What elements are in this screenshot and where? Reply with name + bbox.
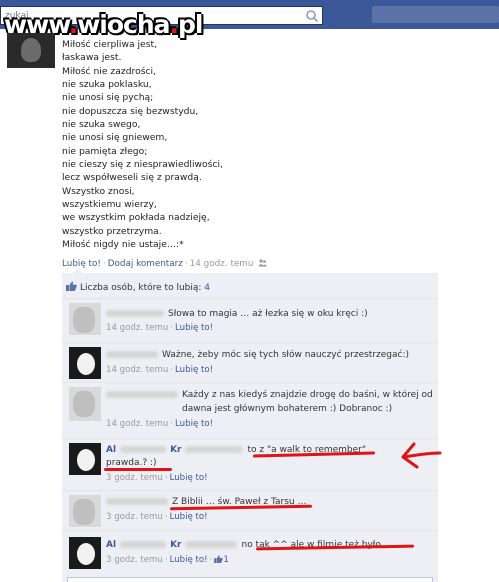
post-line: nie szuka swego, bbox=[62, 119, 141, 131]
red-arrow-icon bbox=[401, 442, 442, 469]
comment-time[interactable]: 14 godz. temu bbox=[106, 365, 168, 375]
redacted-author bbox=[120, 541, 167, 548]
likes-row: Liczba osób, które to lubią: 4 bbox=[66, 281, 210, 293]
comment-avatar[interactable] bbox=[69, 347, 101, 379]
post-line: Miłość cierpliwa jest, bbox=[62, 39, 158, 50]
post-timestamp[interactable]: 14 godz. temu bbox=[190, 259, 254, 269]
comment-text-cont: dawna jest głównym bohaterem :) Dobranoc… bbox=[182, 404, 393, 414]
comment-like-link[interactable]: Lubię to! bbox=[175, 365, 213, 375]
write-comment-box[interactable] bbox=[67, 577, 433, 582]
comment-item: Słowa to magia … aż łezka się w oku kręc… bbox=[62, 298, 438, 343]
comment-avatar[interactable] bbox=[69, 303, 101, 335]
post-line: nie dopuszcza się bezwstydu, bbox=[62, 105, 199, 117]
comment-avatar[interactable] bbox=[69, 387, 101, 421]
redacted-author[interactable] bbox=[106, 391, 178, 398]
post-author-avatar[interactable] bbox=[7, 33, 55, 68]
post-line: nie szuka poklasku, bbox=[62, 79, 152, 91]
comment-text: Ważne, żeby móc się tych słów nauczyć pr… bbox=[162, 350, 410, 360]
comment-item: Z Biblii … św. Paweł z Tarsu … 3 godz. t… bbox=[62, 490, 438, 531]
post-line: nie unosi się pychą; bbox=[62, 92, 154, 104]
post-line: nie cieszy się z niesprawiedliwości, bbox=[62, 159, 223, 171]
add-comment-link[interactable]: Dodaj komentarz bbox=[108, 259, 183, 269]
comment-avatar[interactable] bbox=[69, 495, 101, 527]
redacted-author bbox=[185, 541, 238, 548]
comment-like-link[interactable]: Lubię to! bbox=[175, 323, 213, 333]
comment-like-link[interactable]: Lubię to! bbox=[170, 555, 208, 565]
post-line: Miłość nigdy nie ustaje…:* bbox=[62, 239, 184, 251]
comment-item: Każdy z nas kiedyś znajdzie drogę do baś… bbox=[62, 382, 438, 439]
redacted-author bbox=[185, 446, 244, 453]
post-line: Miłość nie zazdrości, bbox=[62, 65, 157, 77]
comment-author-2[interactable]: Kr bbox=[170, 445, 181, 455]
comment-author[interactable]: Al bbox=[106, 540, 116, 550]
privacy-icon bbox=[258, 259, 268, 267]
comment-author[interactable]: Al bbox=[106, 445, 116, 455]
redacted-author[interactable] bbox=[106, 351, 158, 358]
post-actions: Lubię to! · Dodaj komentarz · 14 godz. temu bbox=[62, 258, 268, 269]
comment-like-link[interactable]: Lubię to! bbox=[170, 512, 208, 522]
post-line: wszystko przetrzyma. bbox=[62, 225, 162, 237]
comment-text: Słowa to magia … aż łezka się w oku kręc… bbox=[168, 309, 368, 319]
top-nav-right[interactable] bbox=[372, 6, 499, 23]
post-line: nie unosi się gniewem, bbox=[62, 132, 168, 144]
comment-time[interactable]: 14 godz. temu bbox=[106, 419, 168, 429]
comment-avatar[interactable] bbox=[69, 537, 101, 569]
likes-label: Liczba osób, które to lubią: bbox=[80, 283, 202, 293]
redacted-author[interactable] bbox=[106, 310, 164, 317]
comment-item: Al Kr to z "a walk to remember" prawda.? :… bbox=[62, 438, 438, 491]
comment-like-count[interactable]: 1 bbox=[223, 555, 228, 565]
comment-like-link[interactable]: Lubię to! bbox=[170, 473, 208, 483]
post-line: łaskawa jest. bbox=[62, 52, 122, 64]
redacted-author bbox=[120, 446, 167, 453]
thumbs-up-icon bbox=[214, 555, 224, 563]
comment-item: Ważne, żeby móc się tych słów nauczyć pr… bbox=[62, 342, 438, 383]
comment-time[interactable]: 3 godz. temu bbox=[106, 473, 163, 483]
search-icon[interactable] bbox=[305, 9, 319, 23]
thumbs-up-icon bbox=[66, 281, 77, 291]
likes-count[interactable]: 4 bbox=[204, 283, 210, 293]
comment-like-link[interactable]: Lubię to! bbox=[175, 419, 213, 429]
post-text: Miłość cierpliwa jest, łaskawa jest. Mił… bbox=[62, 38, 223, 252]
post-line: Wszystko znosi, bbox=[62, 185, 135, 197]
post-line: nie pamięta złego; bbox=[62, 145, 148, 157]
comment-text: Każdy z nas kiedyś znajdzie drogę do baś… bbox=[182, 390, 433, 400]
comment-time[interactable]: 14 godz. temu bbox=[106, 323, 168, 333]
post-line: wszystkiemu wierzy, bbox=[62, 199, 157, 211]
comment-time[interactable]: 3 godz. temu bbox=[106, 555, 163, 565]
post-line: we wszystkim pokłada nadzieję, bbox=[62, 212, 210, 224]
comment-time[interactable]: 3 godz. temu bbox=[106, 512, 163, 522]
post-line: lecz współweseli się z prawdą. bbox=[62, 172, 202, 184]
comment-author-2[interactable]: Kr bbox=[170, 540, 181, 550]
red-underline bbox=[104, 468, 172, 471]
comment-item: Al Kr no tak ^^ ale w filmie też było 3 go… bbox=[62, 530, 438, 577]
redacted-author[interactable] bbox=[106, 498, 168, 505]
comment-avatar[interactable] bbox=[69, 443, 101, 475]
